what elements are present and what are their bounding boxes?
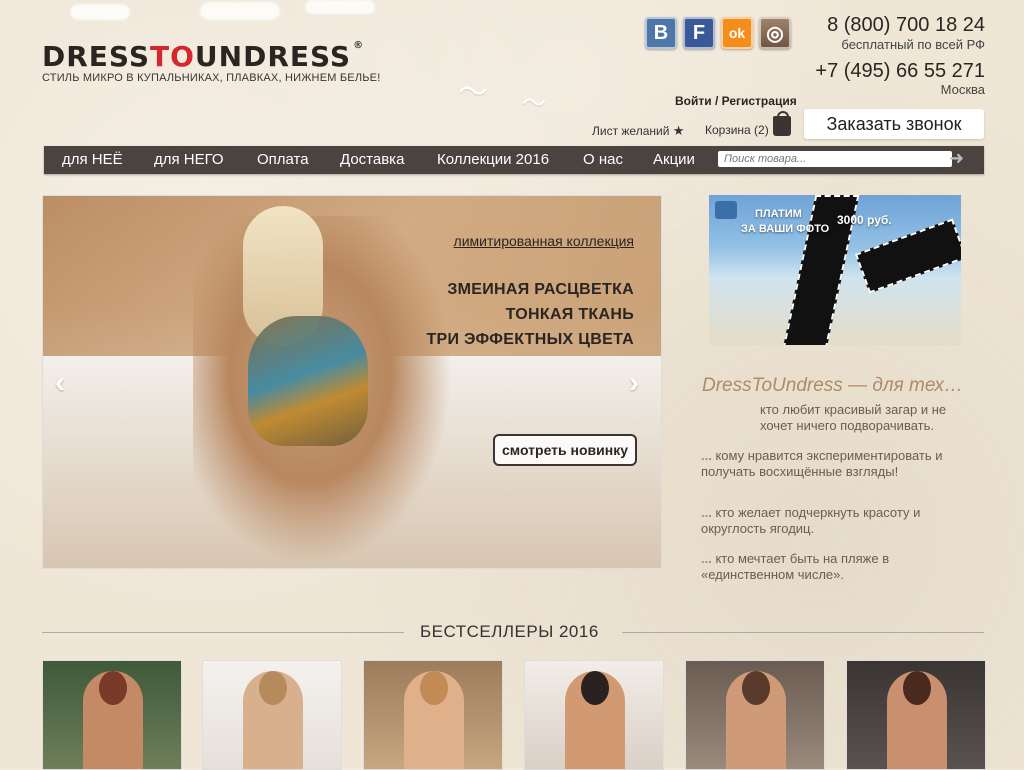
odnoklassniki-icon[interactable]: ok xyxy=(721,17,753,49)
camera-icon xyxy=(715,201,737,219)
section-divider xyxy=(622,632,984,633)
nav-item-delivery[interactable]: Доставка xyxy=(340,151,404,168)
product-image xyxy=(420,671,448,705)
product-card[interactable] xyxy=(685,660,825,770)
cloud-decoration xyxy=(305,0,375,14)
phone-free[interactable]: 8 (800) 700 18 24 xyxy=(827,14,985,37)
intro-paragraph-1: кто любит красивый загар и не хочет ниче… xyxy=(760,402,947,434)
cart-link[interactable]: Корзина (2) xyxy=(705,123,769,137)
product-image xyxy=(903,671,931,705)
instagram-icon[interactable]: ◎ xyxy=(759,17,791,49)
nav-item-about[interactable]: О нас xyxy=(583,151,623,168)
site-logo[interactable]: DRESSTOUNDRESS ® xyxy=(42,40,364,73)
phone-free-note: бесплатный по всей РФ xyxy=(841,37,985,52)
view-new-collection-button[interactable]: смотреть новинку xyxy=(493,434,637,466)
search-arrow-icon[interactable]: ➜ xyxy=(949,148,964,169)
product-image xyxy=(99,671,127,705)
facebook-icon[interactable]: F xyxy=(683,17,715,49)
hero-feature-2: ТОНКАЯ ТКАНЬ xyxy=(505,306,634,323)
seagull-decoration: 〜 xyxy=(458,76,488,109)
hero-swimsuit xyxy=(248,316,368,446)
vk-icon[interactable]: В xyxy=(645,17,677,49)
cloud-decoration xyxy=(70,4,130,20)
product-card[interactable] xyxy=(363,660,503,770)
hero-feature-3: ТРИ ЭФФЕКТНЫХ ЦВЕТА xyxy=(426,331,634,348)
star-icon: ★ xyxy=(672,123,685,138)
hero-subtitle: лимитированная коллекция xyxy=(453,233,634,249)
section-divider xyxy=(42,632,404,633)
phone-moscow-note: Москва xyxy=(940,82,985,97)
bestsellers-title: БЕСТСЕЛЛЕРЫ 2016 xyxy=(420,622,599,641)
search-input[interactable] xyxy=(718,151,952,167)
product-image xyxy=(742,671,770,705)
intro-paragraph-2: ... кому нравится экспериментировать и п… xyxy=(701,448,943,480)
photo-promo-banner[interactable]: ПЛАТИМ ЗА ВАШИ ФОТО 3000 руб. xyxy=(709,195,961,345)
request-callback-button[interactable]: Заказать звонок xyxy=(804,109,984,139)
site-tagline: СТИЛЬ МИКРО В КУПАЛЬНИКАХ, ПЛАВКАХ, НИЖН… xyxy=(42,72,381,84)
seagull-decoration: 〜 xyxy=(522,90,546,117)
nav-item-for-her[interactable]: для НЕЁ xyxy=(62,151,123,168)
shopping-bag-icon[interactable] xyxy=(773,111,791,136)
filmstrip-decoration xyxy=(854,218,961,294)
main-nav: для НЕЁ для НЕГО Оплата Доставка Коллекц… xyxy=(44,146,984,174)
product-image xyxy=(259,671,287,705)
product-card[interactable] xyxy=(202,660,342,770)
promo-price: 3000 руб. xyxy=(837,213,892,227)
intro-heading: DressToUndress — для тех… xyxy=(702,375,964,396)
nav-item-for-him[interactable]: для НЕГО xyxy=(154,151,224,168)
nav-item-collections[interactable]: Коллекции 2016 xyxy=(437,151,549,168)
hero-slider: лимитированная коллекция ЗМЕИНАЯ РАСЦВЕТ… xyxy=(42,195,662,569)
product-card[interactable] xyxy=(846,660,986,770)
product-card[interactable] xyxy=(524,660,664,770)
slider-prev-icon[interactable]: ‹ xyxy=(55,366,65,400)
slider-next-icon[interactable]: › xyxy=(629,366,639,400)
intro-paragraph-3: ... кто желает подчеркнуть красоту и окр… xyxy=(701,505,921,537)
hero-feature-1: ЗМЕИНАЯ РАСЦВЕТКА xyxy=(447,281,634,298)
cloud-decoration xyxy=(200,2,280,20)
product-card[interactable] xyxy=(42,660,182,770)
phone-moscow[interactable]: +7 (495) 66 55 271 xyxy=(815,60,985,83)
intro-paragraph-4: ... кто мечтает быть на пляже в «единств… xyxy=(701,551,890,583)
nav-item-promotions[interactable]: Акции xyxy=(653,151,695,168)
promo-text: ПЛАТИМ ЗА ВАШИ ФОТО xyxy=(741,208,830,236)
wishlist-label: Лист желаний xyxy=(592,124,670,138)
nav-item-payment[interactable]: Оплата xyxy=(257,151,309,168)
wishlist-link[interactable]: Лист желаний ★ xyxy=(592,123,684,139)
product-image xyxy=(581,671,609,705)
login-register-link[interactable]: Войти / Регистрация xyxy=(675,94,797,108)
